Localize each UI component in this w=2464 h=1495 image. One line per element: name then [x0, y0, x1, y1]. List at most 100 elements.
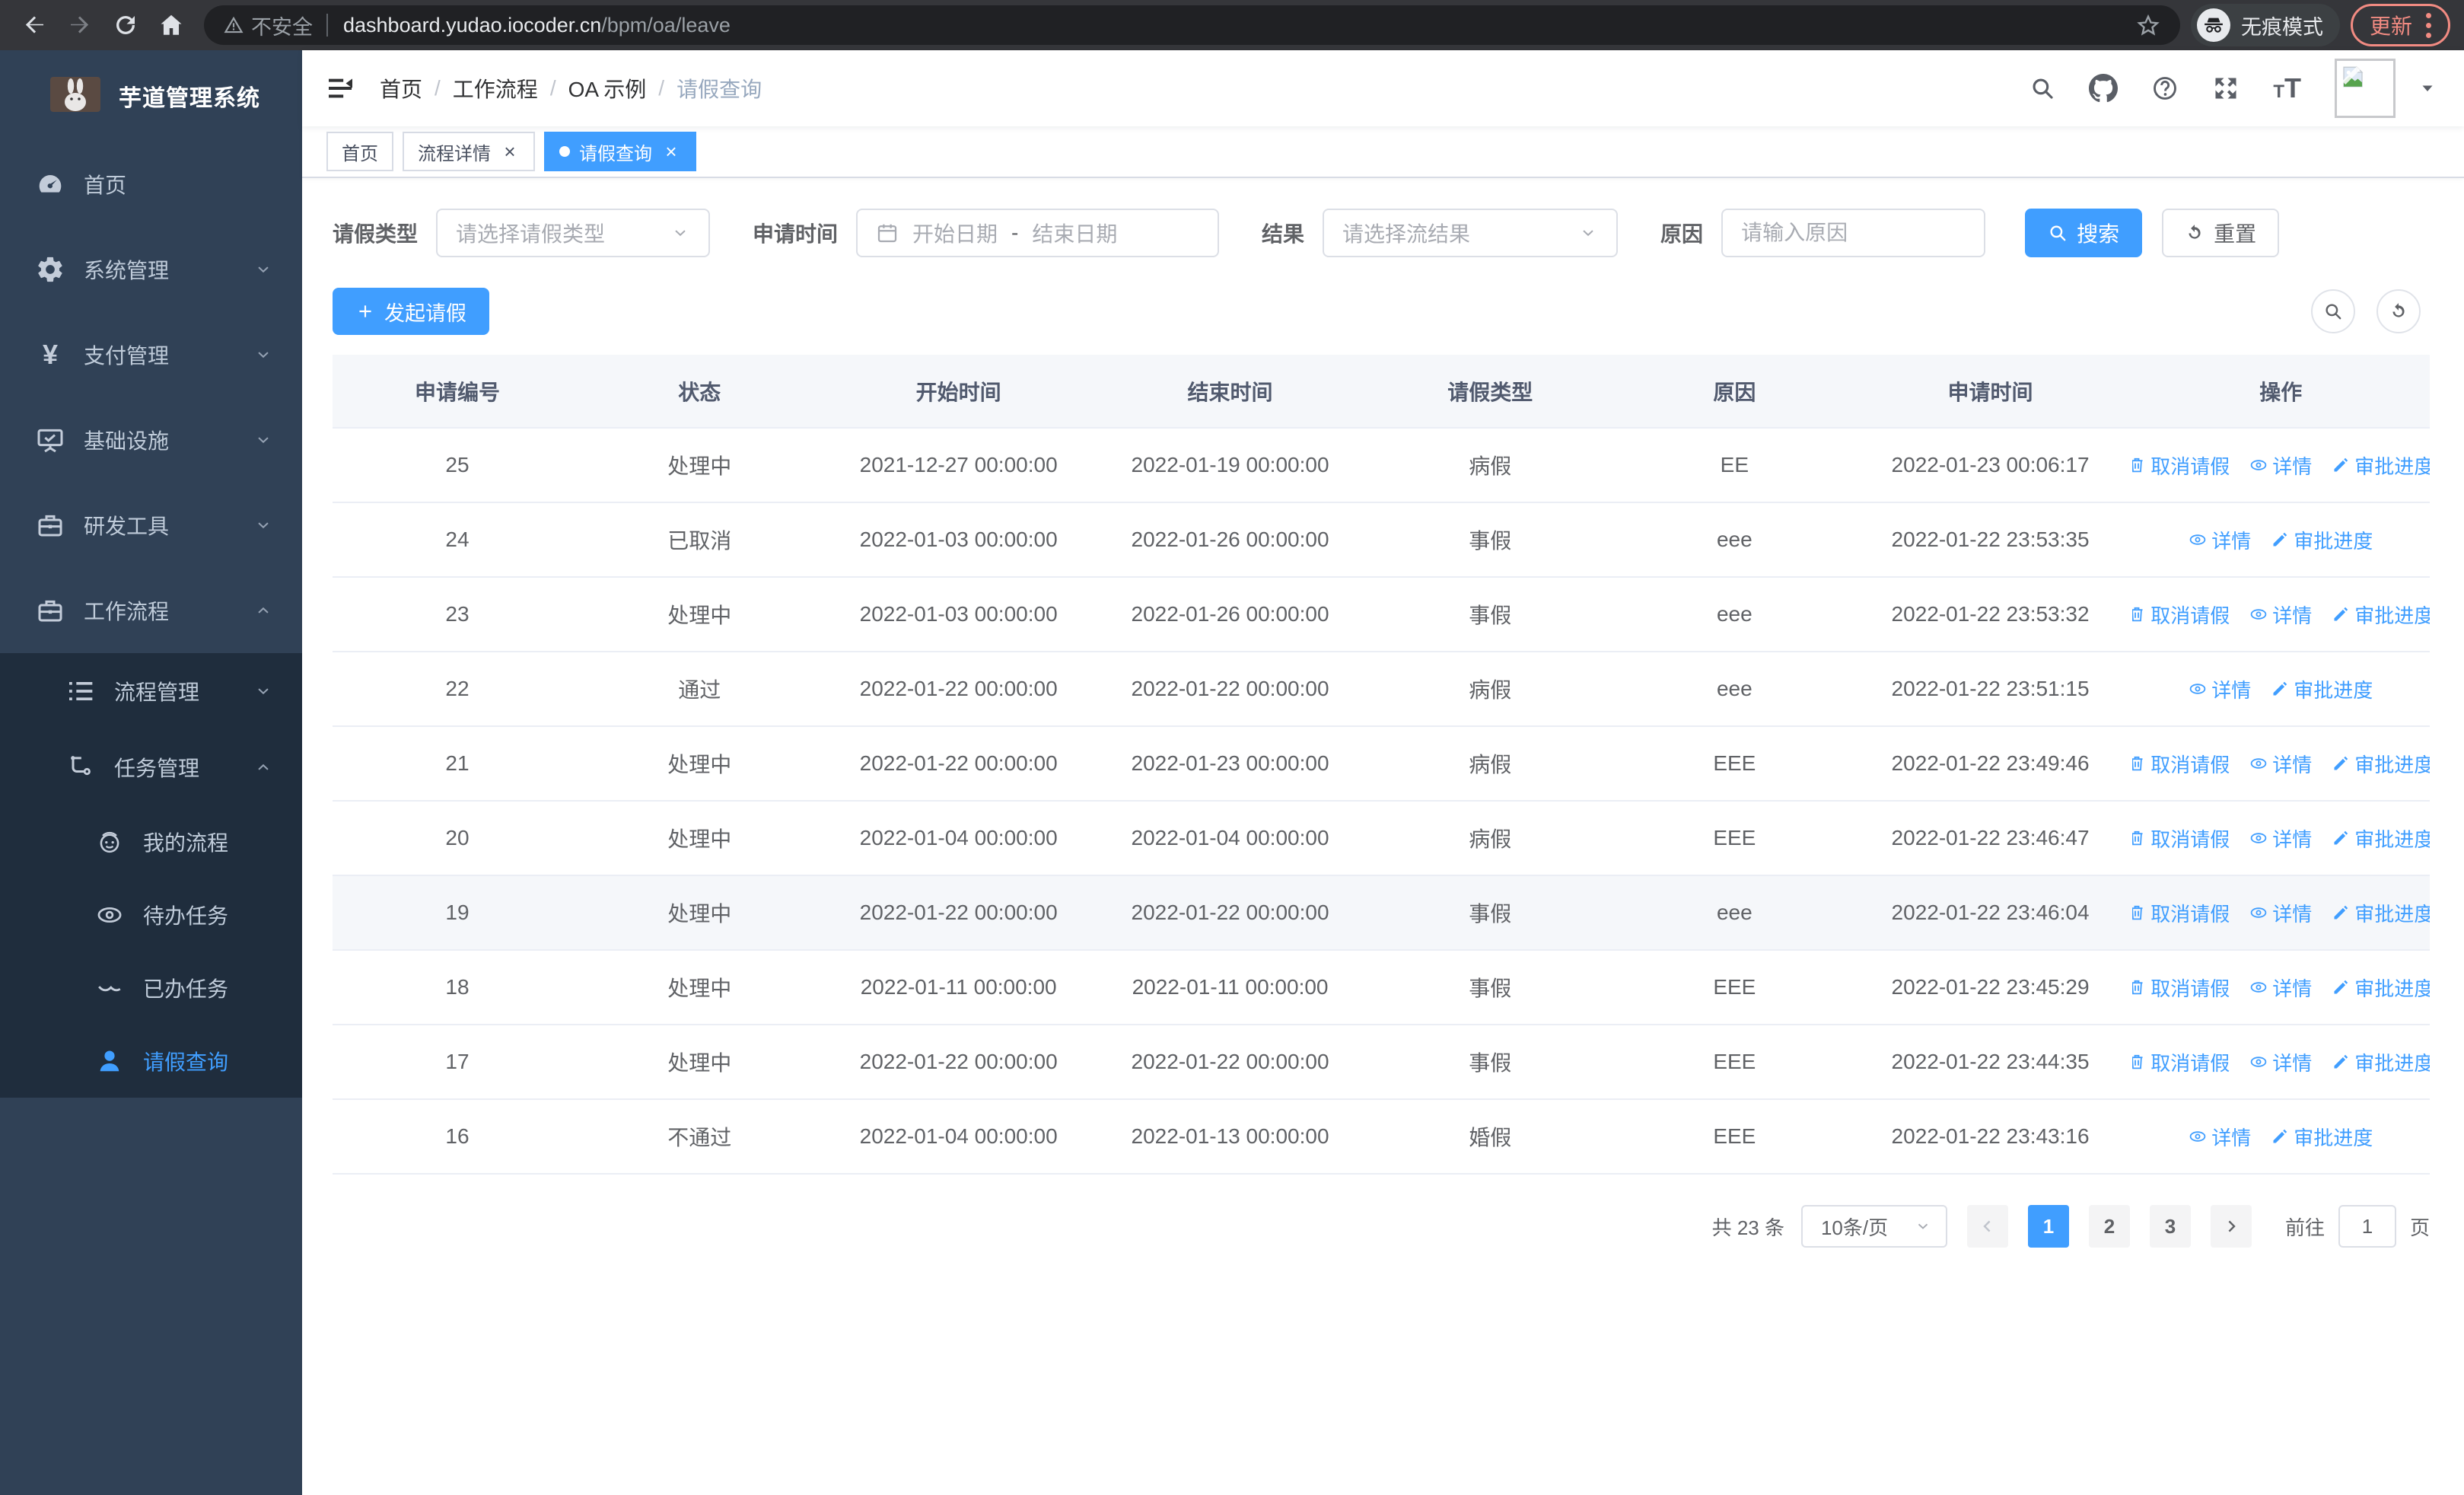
- sidebar-item-workflow[interactable]: 工作流程: [0, 568, 302, 653]
- leave-type-select[interactable]: 请选择请假类型: [436, 209, 711, 257]
- table-row[interactable]: 17 处理中 2022-01-22 00:00:00 2022-01-22 00…: [333, 1025, 2430, 1100]
- tab-leave-query[interactable]: 请假查询 ×: [544, 132, 696, 171]
- breadcrumb-oa-example[interactable]: OA 示例: [568, 73, 647, 104]
- browser-forward-button[interactable]: [59, 5, 100, 46]
- create-leave-button[interactable]: 发起请假: [333, 288, 489, 335]
- detail-link[interactable]: 详情: [2249, 974, 2312, 1002]
- sidebar-item-payment-management[interactable]: ¥ 支付管理: [0, 312, 302, 397]
- table-row[interactable]: 19 处理中 2022-01-22 00:00:00 2022-01-22 00…: [333, 875, 2430, 951]
- prev-page-button[interactable]: [1966, 1205, 2008, 1248]
- approval-progress-link[interactable]: 审批进度: [2332, 601, 2430, 629]
- sidebar-item-done-tasks[interactable]: 已办任务: [0, 952, 302, 1025]
- browser-reload-button[interactable]: [105, 5, 146, 46]
- security-label[interactable]: 不安全: [251, 11, 313, 40]
- update-label[interactable]: 更新: [2370, 10, 2412, 40]
- help-icon[interactable]: [2151, 75, 2179, 102]
- cancel-leave-link[interactable]: 取消请假: [2132, 451, 2230, 480]
- approval-progress-link[interactable]: 审批进度: [2271, 675, 2373, 703]
- search-button[interactable]: 搜索: [2025, 209, 2143, 257]
- detail-link[interactable]: 详情: [2249, 750, 2312, 778]
- approval-progress-link[interactable]: 审批进度: [2332, 750, 2430, 778]
- sidebar-logo-row[interactable]: 芋道管理系统: [0, 50, 302, 142]
- reason-input[interactable]: [1723, 210, 1985, 256]
- table-row[interactable]: 22 通过 2022-01-22 00:00:00 2022-01-22 00:…: [333, 652, 2430, 727]
- cell-start-time: 2022-01-03 00:00:00: [817, 577, 1100, 652]
- detail-link[interactable]: 详情: [2249, 899, 2312, 927]
- sidebar-item-dev-tools[interactable]: 研发工具: [0, 483, 302, 568]
- search-icon[interactable]: [2029, 75, 2055, 101]
- approval-progress-link[interactable]: 审批进度: [2332, 824, 2430, 853]
- browser-home-button[interactable]: [151, 5, 192, 46]
- table-row[interactable]: 25 处理中 2021-12-27 00:00:00 2022-01-19 00…: [333, 428, 2430, 503]
- avatar-caret-icon[interactable]: [2418, 79, 2437, 97]
- detail-link[interactable]: 详情: [2189, 1123, 2251, 1151]
- sidebar-item-process-management[interactable]: 流程管理: [0, 653, 302, 729]
- sidebar-item-system-management[interactable]: 系统管理: [0, 227, 302, 312]
- col-end-time: 结束时间: [1100, 355, 1361, 429]
- pen-icon: [2271, 680, 2289, 698]
- cell-start-time: 2022-01-11 00:00:00: [817, 950, 1100, 1025]
- page-button-2[interactable]: 2: [2088, 1205, 2130, 1248]
- page-size-select[interactable]: 10条/页: [1800, 1205, 1947, 1248]
- sidebar-item-leave-query[interactable]: 请假查询: [0, 1025, 302, 1098]
- approval-progress-link[interactable]: 审批进度: [2332, 451, 2430, 480]
- apply-time-range-picker[interactable]: 开始日期 - 结束日期: [856, 209, 1220, 257]
- browser-menu-icon[interactable]: [2426, 12, 2431, 38]
- sidebar-item-infrastructure[interactable]: 基础设施: [0, 397, 302, 483]
- browser-back-button[interactable]: [14, 5, 55, 46]
- github-icon[interactable]: [2089, 74, 2118, 103]
- sidebar-item-todo-tasks[interactable]: 待办任务: [0, 878, 302, 952]
- cancel-leave-link[interactable]: 取消请假: [2132, 899, 2230, 927]
- end-date-placeholder[interactable]: 结束日期: [1032, 218, 1117, 248]
- browser-update-chip[interactable]: 更新: [2350, 4, 2450, 46]
- sidebar-collapse-icon[interactable]: [325, 73, 355, 104]
- start-date-placeholder[interactable]: 开始日期: [912, 218, 998, 248]
- close-icon[interactable]: ×: [661, 142, 681, 161]
- detail-link[interactable]: 详情: [2249, 1048, 2312, 1076]
- breadcrumb: 首页 / 工作流程 / OA 示例 / 请假查询: [380, 73, 762, 104]
- avatar[interactable]: [2335, 59, 2396, 118]
- font-size-icon[interactable]: TT: [2273, 72, 2301, 104]
- reset-button[interactable]: 重置: [2162, 209, 2280, 257]
- result-select[interactable]: 请选择流结果: [1323, 209, 1619, 257]
- cancel-leave-link[interactable]: 取消请假: [2132, 750, 2230, 778]
- sidebar-item-home[interactable]: 首页: [0, 142, 302, 227]
- table-row[interactable]: 16 不通过 2022-01-04 00:00:00 2022-01-13 00…: [333, 1099, 2430, 1175]
- toggle-search-button[interactable]: [2311, 289, 2355, 333]
- detail-link[interactable]: 详情: [2249, 451, 2312, 480]
- cancel-leave-link[interactable]: 取消请假: [2132, 974, 2230, 1002]
- refresh-table-button[interactable]: [2376, 289, 2421, 333]
- goto-page-input[interactable]: [2338, 1205, 2396, 1248]
- table-row[interactable]: 23 处理中 2022-01-03 00:00:00 2022-01-26 00…: [333, 577, 2430, 652]
- approval-progress-link[interactable]: 审批进度: [2271, 526, 2373, 554]
- breadcrumb-home[interactable]: 首页: [380, 73, 422, 104]
- sidebar-item-my-process[interactable]: 我的流程: [0, 805, 302, 878]
- detail-link[interactable]: 详情: [2249, 824, 2312, 853]
- fullscreen-icon[interactable]: [2212, 75, 2240, 102]
- table-row[interactable]: 20 处理中 2022-01-04 00:00:00 2022-01-04 00…: [333, 801, 2430, 876]
- approval-progress-link[interactable]: 审批进度: [2332, 1048, 2430, 1076]
- next-page-button[interactable]: [2210, 1205, 2252, 1248]
- tab-process-detail[interactable]: 流程详情 ×: [403, 132, 535, 171]
- table-row[interactable]: 24 已取消 2022-01-03 00:00:00 2022-01-26 00…: [333, 502, 2430, 578]
- close-icon[interactable]: ×: [500, 142, 520, 161]
- sidebar-item-task-management[interactable]: 任务管理: [0, 729, 302, 805]
- detail-link[interactable]: 详情: [2189, 675, 2251, 703]
- cancel-leave-link[interactable]: 取消请假: [2132, 601, 2230, 629]
- table-row[interactable]: 21 处理中 2022-01-22 00:00:00 2022-01-23 00…: [333, 726, 2430, 802]
- approval-progress-link[interactable]: 审批进度: [2332, 974, 2430, 1002]
- table-row[interactable]: 18 处理中 2022-01-11 00:00:00 2022-01-11 00…: [333, 950, 2430, 1025]
- bookmark-star-icon[interactable]: [2136, 13, 2160, 37]
- detail-link[interactable]: 详情: [2249, 601, 2312, 629]
- approval-progress-link[interactable]: 审批进度: [2271, 1123, 2373, 1151]
- address-bar[interactable]: 不安全 dashboard.yudao.iocoder.cn /bpm/oa/l…: [204, 5, 2180, 45]
- breadcrumb-workflow[interactable]: 工作流程: [453, 73, 538, 104]
- tab-home[interactable]: 首页: [326, 132, 393, 171]
- cell-apply-id: 22: [333, 652, 582, 727]
- cancel-leave-link[interactable]: 取消请假: [2132, 1048, 2230, 1076]
- approval-progress-link[interactable]: 审批进度: [2332, 899, 2430, 927]
- cancel-leave-link[interactable]: 取消请假: [2132, 824, 2230, 853]
- detail-link[interactable]: 详情: [2189, 526, 2251, 554]
- page-button-1[interactable]: 1: [2027, 1205, 2069, 1248]
- page-button-3[interactable]: 3: [2149, 1205, 2191, 1248]
